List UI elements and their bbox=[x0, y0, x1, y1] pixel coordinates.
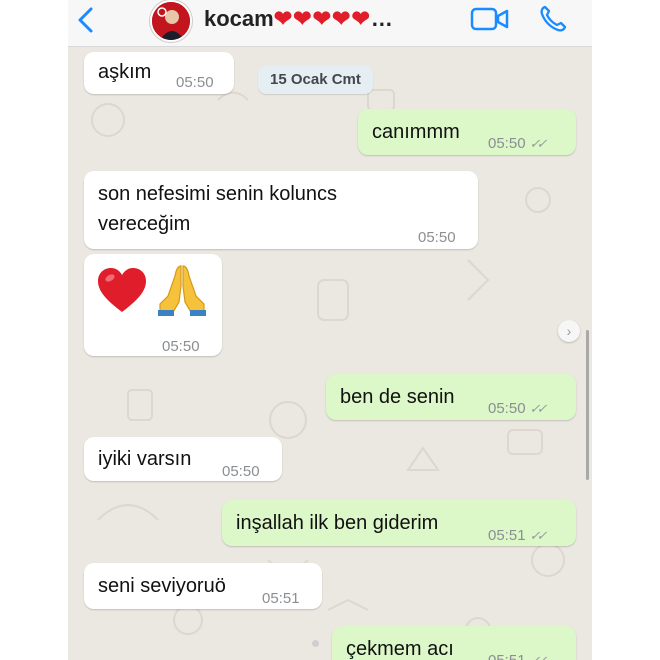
chevron-left-icon bbox=[78, 7, 93, 33]
contact-name-text: kocam bbox=[204, 6, 274, 31]
outgoing-message[interactable]: çekmem acı 05:51 ✓✓ bbox=[332, 626, 576, 660]
chat-header: kocam❤❤❤❤❤… bbox=[68, 0, 592, 47]
message-text: ben de senin bbox=[340, 386, 455, 408]
phone-icon bbox=[540, 5, 567, 32]
message-text: iyiki varsın bbox=[98, 448, 192, 470]
contact-name[interactable]: kocam❤❤❤❤❤… bbox=[204, 6, 393, 32]
message-time-value: 05:51 bbox=[488, 652, 526, 660]
back-button[interactable] bbox=[74, 6, 98, 34]
message-text: seni seviyoruö bbox=[98, 575, 226, 597]
scrollbar[interactable] bbox=[586, 330, 589, 480]
message-text: aşkım bbox=[98, 61, 152, 83]
chat-window: kocam❤❤❤❤❤… aşkım 05:50 15 Ocak Cmt canı… bbox=[68, 0, 592, 660]
outgoing-message[interactable]: inşallah ilk ben giderim 05:51 ✓✓ bbox=[222, 500, 576, 546]
contact-name-hearts: ❤❤❤❤❤ bbox=[273, 6, 371, 31]
message-time: 05:51 ✓✓ bbox=[488, 646, 548, 660]
message-time-value: 05:50 bbox=[488, 400, 526, 417]
outgoing-message[interactable]: canımmm 05:50 ✓✓ bbox=[358, 109, 576, 155]
incoming-message[interactable]: iyiki varsın 05:50 bbox=[84, 437, 282, 481]
chevron-right-icon: › bbox=[566, 323, 572, 339]
message-text: son nefesimi senin koluncs bbox=[98, 183, 338, 205]
message-time-value: 05:50 bbox=[488, 135, 526, 152]
avatar-image bbox=[152, 2, 190, 40]
incoming-message[interactable]: son nefesimi senin koluncs vereceğim 05:… bbox=[84, 171, 478, 249]
voice-call-button[interactable] bbox=[538, 4, 568, 34]
video-camera-icon bbox=[470, 7, 509, 31]
incoming-message[interactable]: seni seviyoruö 05:51 bbox=[84, 563, 322, 609]
message-time: 05:50 ✓✓ bbox=[488, 394, 548, 424]
incoming-emoji-message[interactable]: 05:50 bbox=[84, 254, 222, 356]
page-dot bbox=[312, 640, 319, 647]
message-time: 05:50 bbox=[176, 74, 214, 91]
read-ticks-icon: ✓✓ bbox=[530, 653, 548, 660]
message-text: canımmm bbox=[372, 121, 460, 143]
message-time: 05:50 bbox=[418, 229, 456, 246]
video-call-button[interactable] bbox=[470, 6, 510, 32]
message-time: 05:50 bbox=[162, 338, 200, 355]
contact-name-ellipsis: … bbox=[370, 6, 393, 31]
message-time: 05:50 bbox=[222, 463, 260, 480]
folded-hands-icon bbox=[158, 265, 206, 316]
read-ticks-icon: ✓✓ bbox=[529, 136, 548, 151]
message-time: 05:51✓✓ bbox=[488, 521, 548, 551]
outgoing-message[interactable]: ben de senin 05:50 ✓✓ bbox=[326, 374, 576, 420]
message-text: çekmem acı bbox=[346, 638, 454, 660]
read-ticks-icon: ✓✓ bbox=[529, 401, 548, 416]
message-text: inşallah ilk ben giderim bbox=[236, 512, 439, 534]
message-time-value: 05:51 bbox=[488, 527, 526, 544]
date-chip: 15 Ocak Cmt bbox=[258, 66, 373, 94]
avatar[interactable] bbox=[150, 0, 192, 42]
scroll-button[interactable]: › bbox=[558, 320, 580, 342]
message-time: 05:50 ✓✓ bbox=[488, 129, 548, 159]
read-ticks-icon: ✓✓ bbox=[529, 528, 548, 543]
message-time: 05:51 bbox=[262, 590, 300, 607]
message-text-line2: vereceğim bbox=[98, 213, 191, 235]
red-heart-icon bbox=[98, 268, 146, 312]
incoming-message[interactable]: aşkım 05:50 bbox=[84, 52, 234, 94]
